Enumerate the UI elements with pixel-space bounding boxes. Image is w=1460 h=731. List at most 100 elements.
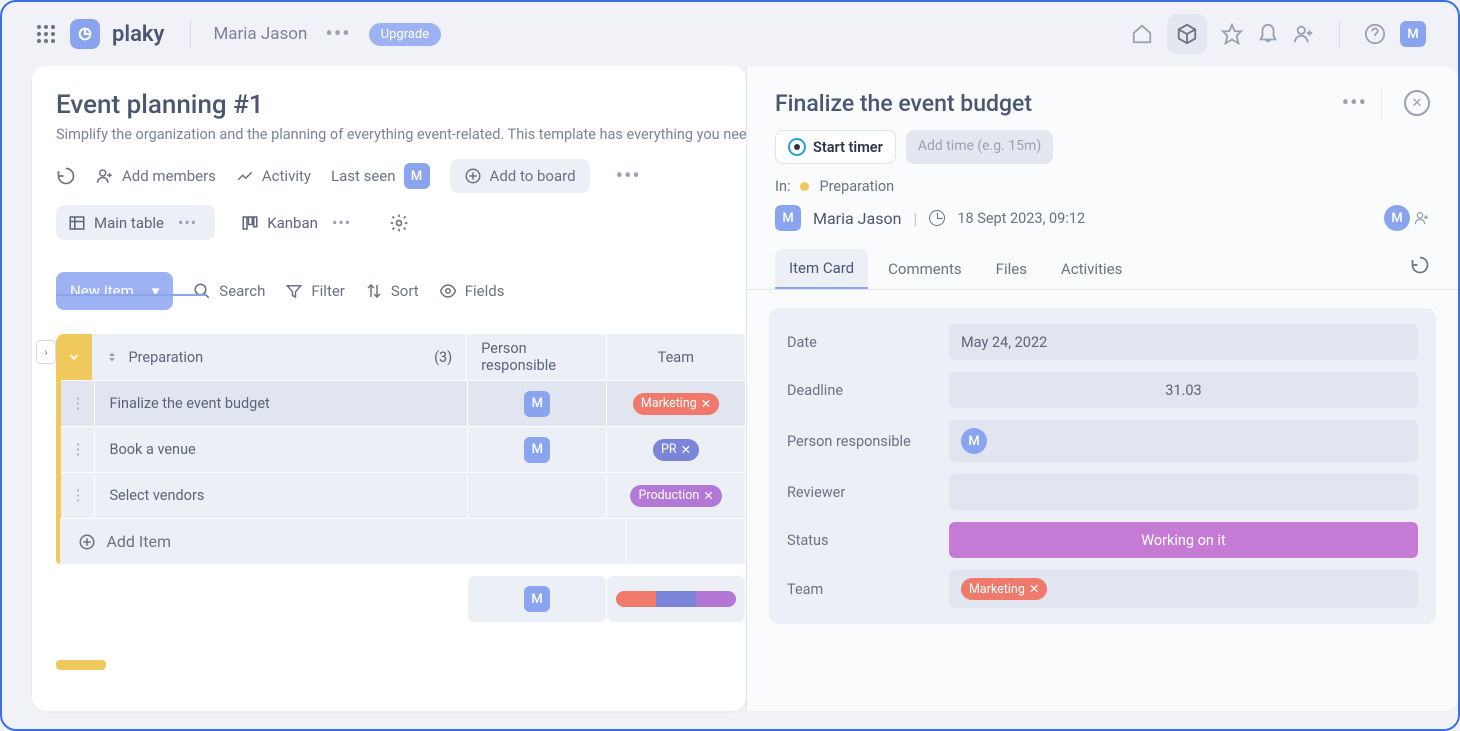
remove-tag-icon[interactable]: ✕ [681,442,691,458]
empty-cell [508,518,627,564]
star-icon[interactable] [1221,23,1243,45]
refresh-icon[interactable] [1410,255,1430,275]
person-avatar[interactable]: M [524,391,550,417]
add-item-button[interactable]: Add Item [60,518,508,564]
row-name-cell: Finalize the event budget [95,380,468,426]
person-avatar[interactable]: M [524,437,550,463]
gear-icon[interactable] [389,213,409,233]
tab-activities[interactable]: Activities [1047,250,1136,288]
remove-tag-icon[interactable]: ✕ [703,488,713,504]
tab-comments[interactable]: Comments [874,250,976,288]
team-tag[interactable]: Marketing✕ [633,393,719,415]
upgrade-button[interactable]: Upgrade [369,23,441,46]
automations-button[interactable] [56,166,76,186]
add-item-label: Add Item [106,532,171,551]
created-date: 18 Sept 2023, 09:12 [957,210,1085,227]
status-value[interactable]: Working on it [949,522,1418,558]
empty-cell [56,576,468,622]
field-date: Date May 24, 2022 [787,324,1418,360]
team-distribution-bar [616,591,736,607]
col-team-header[interactable]: Team [607,334,746,380]
board-more-icon[interactable]: ••• [610,164,647,189]
new-item-button[interactable]: New Item ▾ [56,272,173,310]
workspace-user-name[interactable]: Maria Jason [213,24,307,44]
view-tab-main-table[interactable]: Main table••• [56,205,215,240]
last-seen-button[interactable]: Last seenM [331,163,430,189]
add-user-icon[interactable] [1293,23,1315,45]
package-icon [1176,23,1198,45]
board-panel: Event planning #1 Simplify the organizat… [32,66,746,711]
sort-button[interactable]: Sort [365,282,419,300]
field-value[interactable]: 31.03 [949,372,1418,408]
table-row[interactable]: ⋮ Finalize the event budget M Marketing✕ [56,380,746,426]
add-members-button[interactable]: Add members [96,167,216,185]
panel-more-icon[interactable]: ••• [1336,91,1373,116]
field-label: Team [787,581,937,598]
more-icon[interactable]: ••• [319,22,356,47]
package-icon-box[interactable] [1167,14,1207,54]
field-team: Team Marketing✕ [787,570,1418,608]
field-label: Date [787,334,937,351]
drag-handle-icon[interactable]: ⋮ [61,426,95,472]
in-group-name: Preparation [819,178,894,195]
author-name: Maria Jason [813,209,901,228]
view-tab-kanban[interactable]: Kanban••• [229,205,369,240]
expand-handle[interactable]: › [36,340,56,364]
table-row[interactable]: ⋮ Book a venue M PR✕ [56,426,746,472]
fields-button[interactable]: Fields [439,282,505,300]
field-value[interactable]: May 24, 2022 [949,324,1418,360]
search-button[interactable]: Search [193,282,265,300]
table-row[interactable]: ⋮ Select vendors Production✕ [56,472,746,518]
activity-label: Activity [262,167,311,185]
view-more-icon[interactable]: ••• [172,213,203,232]
new-item-label: New Item [70,282,134,300]
user-avatar[interactable]: M [1400,21,1426,47]
add-time-input[interactable]: Add time (e.g. 15m) [906,130,1053,164]
team-tag[interactable]: PR✕ [653,439,699,461]
row-person-cell: M [468,426,607,472]
field-value[interactable]: Marketing✕ [949,570,1418,608]
logo-text: plaky [112,22,164,47]
view-more-icon[interactable]: ••• [326,213,357,232]
bell-icon[interactable] [1257,23,1279,45]
watcher-avatar[interactable]: M [1384,205,1410,231]
tab-item-card[interactable]: Item Card [775,249,868,289]
panel-tabs: Item Card Comments Files Activities [747,237,1458,290]
add-to-board-button[interactable]: Add to board [450,159,590,193]
field-value[interactable]: M [949,420,1418,462]
item-card-body: Date May 24, 2022 Deadline 31.03 Person … [769,308,1436,624]
field-label: Reviewer [787,484,937,501]
next-group-peek [56,660,106,670]
activity-button[interactable]: Activity [236,167,311,185]
logo-icon[interactable] [70,19,100,49]
panel-header: Finalize the event budget ••• ✕ [747,66,1458,130]
help-icon[interactable] [1364,23,1386,45]
field-value[interactable] [949,474,1418,510]
home-icon[interactable] [1131,23,1153,45]
col-person-header[interactable]: Person responsible [467,334,606,380]
remove-tag-icon[interactable]: ✕ [701,396,711,412]
group-collapse-toggle[interactable] [56,334,92,380]
drag-handle-icon[interactable]: ⋮ [61,380,95,426]
team-tag[interactable]: Marketing✕ [961,578,1047,600]
team-tag[interactable]: Production✕ [630,485,721,507]
drag-handle-icon[interactable]: ⋮ [61,472,95,518]
filter-label: Filter [311,282,345,300]
tab-files[interactable]: Files [982,250,1041,288]
close-button[interactable]: ✕ [1404,90,1430,116]
add-watcher-icon[interactable] [1414,210,1430,226]
group-name-label: Preparation [128,349,203,366]
add-members-label: Add members [122,167,216,185]
group-name-header[interactable]: Preparation(3) [92,334,467,380]
sort-label: Sort [391,282,419,300]
divider [190,20,191,48]
group-color-dot [800,182,809,191]
chevron-down-icon: ▾ [152,282,160,300]
field-deadline: Deadline 31.03 [787,372,1418,408]
group-header: Preparation(3) Person responsible Team [56,334,746,380]
start-timer-button[interactable]: Start timer [775,130,896,164]
filter-button[interactable]: Filter [285,282,345,300]
remove-tag-icon[interactable]: ✕ [1029,581,1039,597]
apps-grid-icon[interactable] [34,22,58,46]
row-name-cell: Book a venue [95,426,468,472]
